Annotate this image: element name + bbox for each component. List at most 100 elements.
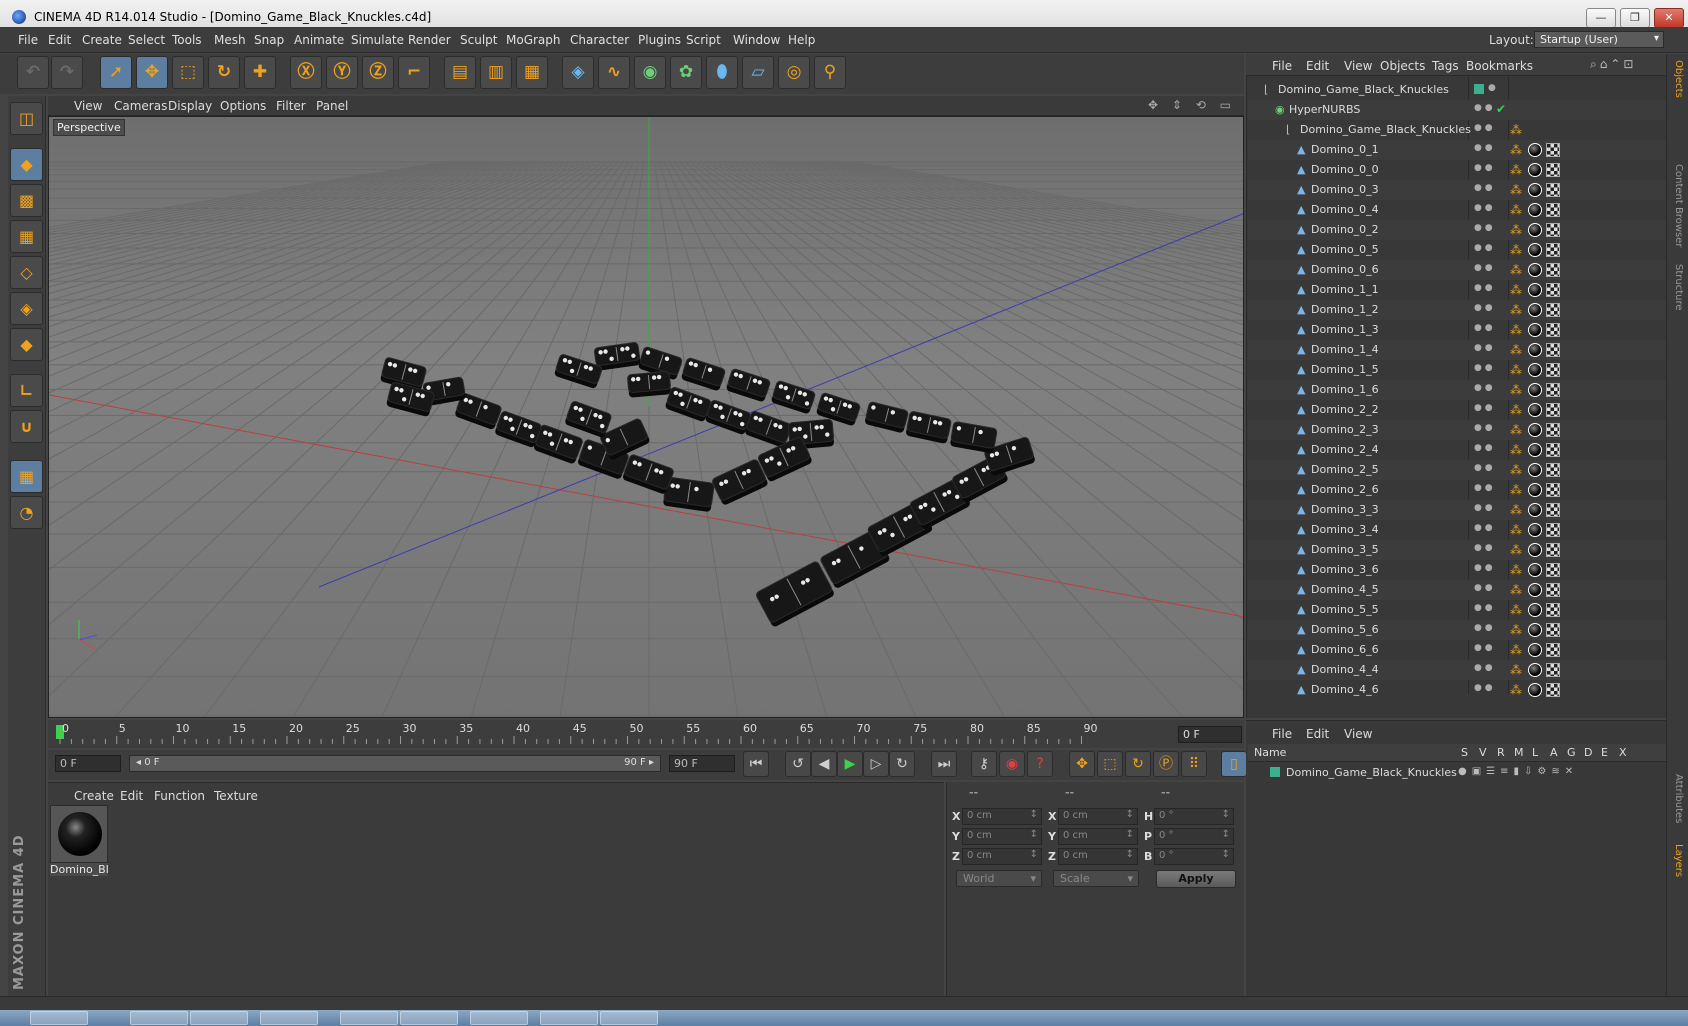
layer-color-tag[interactable] xyxy=(1474,84,1484,94)
object-row[interactable]: ▲ Domino_3_3 ● ● ⁂ xyxy=(1248,500,1666,520)
menu-mograph[interactable]: MoGraph xyxy=(506,33,561,47)
phong-tag-icon[interactable]: ⁂ xyxy=(1510,623,1524,637)
uvw-tag-icon[interactable] xyxy=(1546,163,1560,177)
object-name[interactable]: Domino_0_4 xyxy=(1311,203,1379,216)
create-object-button[interactable]: ✚ xyxy=(244,56,276,89)
uvw-tag-icon[interactable] xyxy=(1546,383,1560,397)
object-name[interactable]: Domino_0_0 xyxy=(1311,163,1379,176)
object-name[interactable]: Domino_1_3 xyxy=(1311,323,1379,336)
object-name[interactable]: Domino_Game_Black_Knuckles xyxy=(1300,123,1471,136)
make-editable-button[interactable]: ◫ xyxy=(10,102,43,135)
phong-tag-icon[interactable]: ⁂ xyxy=(1510,643,1524,657)
undo-button[interactable]: ↶ xyxy=(17,56,49,89)
start-frame-field[interactable]: 0 F xyxy=(55,755,121,772)
object-name[interactable]: Domino_4_6 xyxy=(1311,683,1379,696)
x-axis-button[interactable]: Ⓧ xyxy=(290,56,322,89)
object-row[interactable]: ◉ HyperNURBS ● ● ✔ xyxy=(1248,100,1666,120)
render-settings-button[interactable]: ▦ xyxy=(516,56,548,89)
phong-tag-icon[interactable]: ⁂ xyxy=(1510,583,1524,597)
enabled-check-icon[interactable]: ✔ xyxy=(1496,102,1506,116)
layer-row[interactable]: Domino_Game_Black_Knuckles ●▣☰≡▮⇩⚙≋✕ xyxy=(1248,764,1666,782)
prev-key-button[interactable]: ↺ xyxy=(785,751,811,777)
material-tag-icon[interactable] xyxy=(1528,543,1542,557)
visibility-dots-icon[interactable]: ● ● xyxy=(1474,483,1493,493)
menu-plugins[interactable]: Plugins xyxy=(638,33,681,47)
coord-value-field[interactable]: 0 cm xyxy=(1058,828,1138,845)
uvw-tag-icon[interactable] xyxy=(1546,243,1560,257)
object-name[interactable]: Domino_1_2 xyxy=(1311,303,1379,316)
move-button[interactable]: ✥ xyxy=(136,56,168,89)
layer-column-l[interactable]: L xyxy=(1532,746,1538,759)
tab-objects[interactable]: Objects xyxy=(1673,60,1684,98)
object-row[interactable]: ▲ Domino_0_0 ● ● ⁂ xyxy=(1248,160,1666,180)
z-axis-button[interactable]: Ⓩ xyxy=(362,56,394,89)
taskbar-app[interactable] xyxy=(540,1011,598,1025)
material-tag-icon[interactable] xyxy=(1528,423,1542,437)
uvw-tag-icon[interactable] xyxy=(1546,543,1560,557)
material-name[interactable]: Domino_Bl xyxy=(50,863,108,876)
texture-mode-button[interactable]: ▩ xyxy=(10,184,43,217)
edges-mode-button[interactable]: ◈ xyxy=(10,292,43,325)
nurbs-button[interactable]: ◉ xyxy=(634,56,666,89)
material-tag-icon[interactable] xyxy=(1528,503,1542,517)
object-row[interactable]: ▲ Domino_4_4 ● ● ⁂ xyxy=(1248,660,1666,680)
material-tag-icon[interactable] xyxy=(1528,683,1542,697)
phong-tag-icon[interactable]: ⁂ xyxy=(1510,683,1524,697)
phong-tag-icon[interactable]: ⁂ xyxy=(1510,463,1524,477)
close-button[interactable]: ✕ xyxy=(1654,8,1684,28)
rotate-button[interactable]: ↻ xyxy=(208,56,240,89)
material-tag-icon[interactable] xyxy=(1528,603,1542,617)
layer-column-m[interactable]: M xyxy=(1514,746,1524,759)
object-row[interactable]: ▲ Domino_1_6 ● ● ⁂ xyxy=(1248,380,1666,400)
object-row[interactable]: ▲ Domino_1_3 ● ● ⁂ xyxy=(1248,320,1666,340)
object-manager-icons[interactable]: ⌕⌂⌃⊡ xyxy=(1590,57,1636,72)
layer-column-a[interactable]: A xyxy=(1550,746,1558,759)
layer-column-e[interactable]: E xyxy=(1601,746,1608,759)
taskbar-app[interactable] xyxy=(400,1011,458,1025)
menu-simulate[interactable]: Simulate xyxy=(351,33,404,47)
tab-attributes[interactable]: Attributes xyxy=(1673,774,1684,823)
uvw-tag-icon[interactable] xyxy=(1546,483,1560,497)
taskbar-app[interactable] xyxy=(600,1011,658,1025)
object-name[interactable]: Domino_6_6 xyxy=(1311,643,1379,656)
object-row[interactable]: ▲ Domino_2_3 ● ● ⁂ xyxy=(1248,420,1666,440)
uvw-tag-icon[interactable] xyxy=(1546,343,1560,357)
object-menu-objects[interactable]: Objects xyxy=(1380,59,1425,73)
layer-color-swatch[interactable] xyxy=(1270,767,1280,777)
coord-value-field[interactable]: 0 cm xyxy=(962,808,1042,825)
object-name[interactable]: Domino_0_5 xyxy=(1311,243,1379,256)
object-name[interactable]: Domino_1_5 xyxy=(1311,363,1379,376)
material-tag-icon[interactable] xyxy=(1528,563,1542,577)
coordinate-space-dropdown[interactable]: World xyxy=(956,870,1042,887)
layer-column-r[interactable]: R xyxy=(1497,746,1505,759)
object-name[interactable]: Domino_3_4 xyxy=(1311,523,1379,536)
uvw-tag-icon[interactable] xyxy=(1546,283,1560,297)
object-menu-view[interactable]: View xyxy=(1344,59,1372,73)
object-row[interactable]: ▲ Domino_0_1 ● ● ⁂ xyxy=(1248,140,1666,160)
object-name[interactable]: Domino_0_3 xyxy=(1311,183,1379,196)
snap-button[interactable]: ◔ xyxy=(10,496,43,529)
coordinate-mode-dropdown[interactable]: Scale xyxy=(1053,870,1139,887)
uvw-tag-icon[interactable] xyxy=(1546,663,1560,677)
material-tag-icon[interactable] xyxy=(1528,443,1542,457)
position-key-button[interactable]: ✥ xyxy=(1069,751,1095,777)
polygons-mode-button[interactable]: ◆ xyxy=(10,328,43,361)
object-name[interactable]: Domino_0_2 xyxy=(1311,223,1379,236)
menu-render[interactable]: Render xyxy=(408,33,451,47)
visibility-dots-icon[interactable]: ● ● xyxy=(1474,443,1493,453)
uvw-tag-icon[interactable] xyxy=(1546,183,1560,197)
taskbar-app[interactable] xyxy=(130,1011,188,1025)
visibility-dots-icon[interactable]: ● ● xyxy=(1474,423,1493,433)
material-tag-icon[interactable] xyxy=(1528,243,1542,257)
visibility-dots-icon[interactable]: ● ● xyxy=(1474,343,1493,353)
tab-layers[interactable]: Layers xyxy=(1673,844,1684,877)
menu-tools[interactable]: Tools xyxy=(172,33,202,47)
phong-tag-icon[interactable]: ⁂ xyxy=(1510,303,1524,317)
axis-mode-button[interactable]: ∟ xyxy=(10,374,43,407)
object-row[interactable]: ▲ Domino_4_6 ● ● ⁂ xyxy=(1248,680,1666,700)
uvw-tag-icon[interactable] xyxy=(1546,303,1560,317)
object-row[interactable]: ▲ Domino_3_5 ● ● ⁂ xyxy=(1248,540,1666,560)
object-row[interactable]: ▲ Domino_2_2 ● ● ⁂ xyxy=(1248,400,1666,420)
visibility-dots-icon[interactable]: ● ● xyxy=(1474,243,1493,253)
layer-menu-file[interactable]: File xyxy=(1272,727,1292,741)
